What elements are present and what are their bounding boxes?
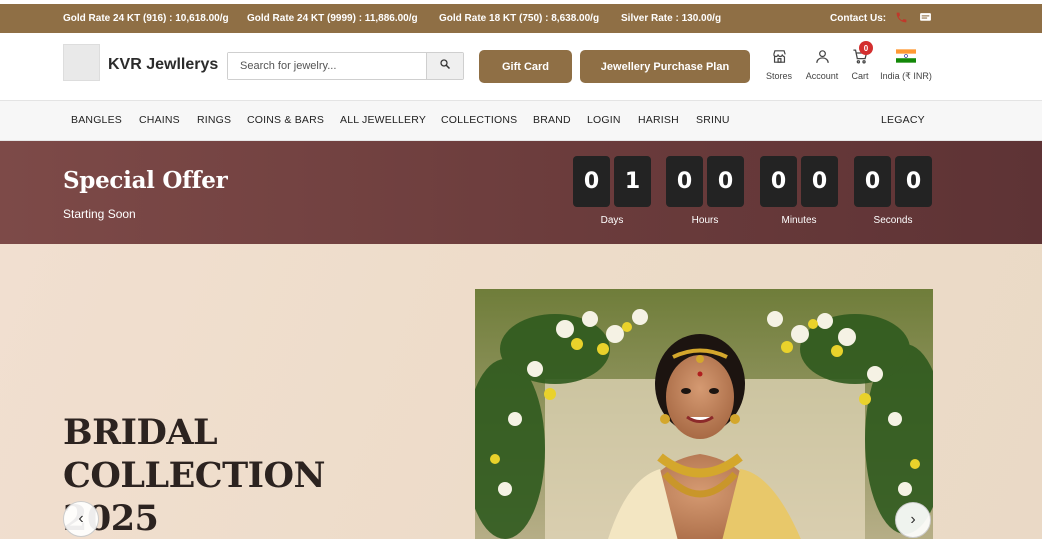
countdown-hours-digit: 0 [666,156,703,207]
nav-item-bangles[interactable]: BANGLES [71,114,122,126]
nav-item-srinu[interactable]: SRINU [696,114,730,126]
nav-item-chains[interactable]: CHAINS [139,114,180,126]
nav-item-collections[interactable]: COLLECTIONS [441,114,517,126]
cart-link[interactable]: 0 Cart [847,41,873,81]
hero-heading-line2: COLLECTION [63,455,326,496]
chat-icon[interactable] [919,11,932,27]
india-flag-icon [877,45,935,67]
nav-item-coins-bars[interactable]: COINS & BARS [247,114,324,126]
gift-card-button[interactable]: Gift Card [479,50,572,83]
countdown-days-digit: 0 [573,156,610,207]
hero-heading-line1: BRIDAL [63,412,218,453]
stores-label: Stores [765,71,792,81]
phone-icon[interactable] [895,11,908,27]
countdown-minutes-label: Minutes [781,215,817,226]
account-label: Account [805,71,839,81]
countdown-seconds-digit: 0 [895,156,932,207]
bridal-model-image [475,289,933,539]
countdown-days-label: Days [600,215,624,226]
main-navigation: BANGLES CHAINS RINGS COINS & BARS ALL JE… [0,101,1042,141]
carousel-next-button[interactable]: › [895,502,931,538]
carousel-prev-button[interactable]: ‹ [63,501,99,537]
countdown-seconds-label: Seconds [873,215,913,226]
stores-link[interactable]: Stores [761,45,797,81]
special-offer-banner: Special Offer Starting Soon 0 1 Days 0 0… [0,141,1042,244]
rate-gold-24kt-916: Gold Rate 24 KT (916) : 10,618.00/g [63,13,229,24]
countdown-days-digit: 1 [614,156,651,207]
offer-subtitle: Starting Soon [63,207,136,221]
store-icon [761,45,797,67]
hero-carousel: BRIDAL COLLECTION 2025 ‹ › [0,244,1042,539]
nav-item-all-jewellery[interactable]: ALL JEWELLERY [340,114,426,126]
rate-gold-18kt-750: Gold Rate 18 KT (750) : 8,638.00/g [439,13,600,24]
nav-item-legacy[interactable]: LEGACY [881,114,925,126]
contact-us-label: Contact Us: [830,13,887,24]
countdown-seconds-digit: 0 [854,156,891,207]
user-icon [801,45,843,67]
search-bar [227,52,464,80]
chevron-left-icon: ‹ [78,510,84,527]
rate-silver: Silver Rate : 130.00/g [621,13,722,24]
brand-logo[interactable] [63,44,100,81]
site-header: KVR Jewllerys Gift Card Jewellery Purcha… [0,33,1042,101]
region-label: India (₹ INR) [880,71,932,81]
cart-count-badge: 0 [859,41,873,55]
region-selector[interactable]: India (₹ INR) [877,45,935,82]
countdown-hours-label: Hours [691,215,719,226]
countdown-minutes-digit: 0 [760,156,797,207]
gold-rate-bar: Gold Rate 24 KT (916) : 10,618.00/g Gold… [0,4,1042,33]
cart-label: Cart [851,71,869,81]
search-button[interactable] [426,53,463,79]
nav-item-brand[interactable]: BRAND [533,114,571,126]
countdown-minutes-digit: 0 [801,156,838,207]
countdown-hours-digit: 0 [707,156,744,207]
search-icon [439,57,451,75]
brand-name[interactable]: KVR Jewllerys [108,56,218,74]
offer-title: Special Offer [63,167,228,194]
rate-gold-24kt-9999: Gold Rate 24 KT (9999) : 11,886.00/g [247,13,418,24]
nav-item-rings[interactable]: RINGS [197,114,231,126]
jewellery-purchase-plan-button[interactable]: Jewellery Purchase Plan [580,50,750,83]
nav-item-harish[interactable]: HARISH [638,114,679,126]
search-input[interactable] [228,53,427,79]
account-link[interactable]: Account [801,45,843,81]
cart-icon: 0 [847,41,873,67]
chevron-right-icon: › [910,511,916,528]
nav-item-login[interactable]: LOGIN [587,114,621,126]
